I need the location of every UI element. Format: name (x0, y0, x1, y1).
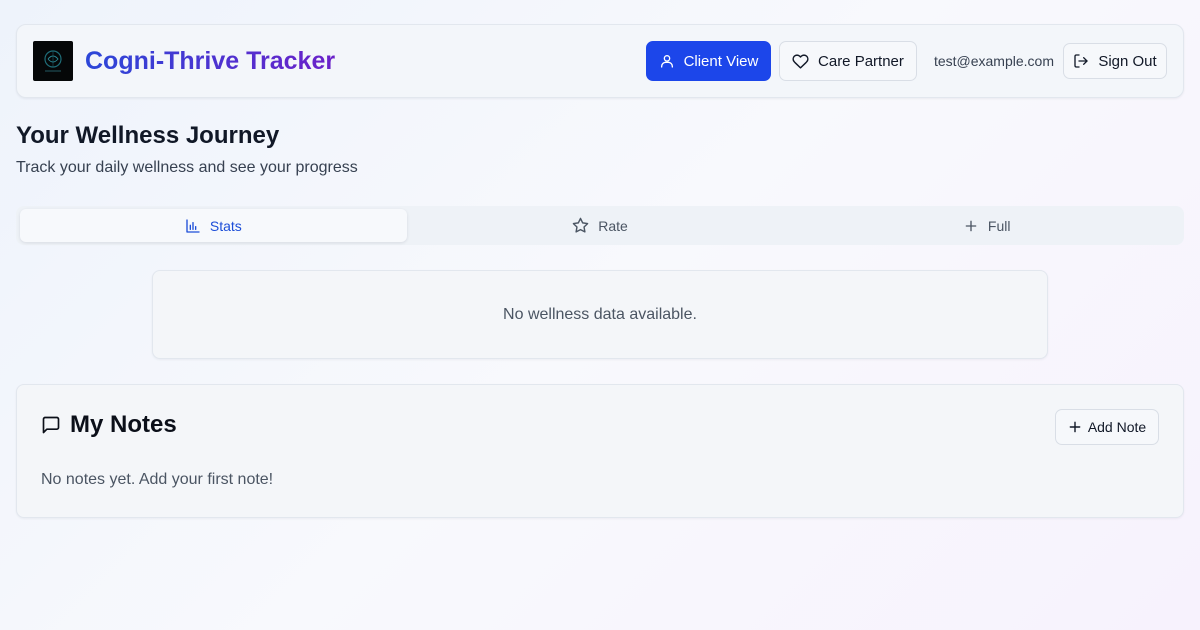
heart-icon (792, 53, 809, 69)
wellness-tabs: Stats Rate Full (16, 206, 1184, 245)
tab-rate-label: Rate (598, 217, 628, 234)
tab-stats[interactable]: Stats (20, 209, 407, 242)
care-partner-label: Care Partner (818, 52, 904, 70)
notes-title: My Notes (70, 411, 177, 438)
user-email: test@example.com (933, 53, 1054, 69)
plus-icon (965, 220, 977, 231)
notes-empty-message: No notes yet. Add your first note! (41, 471, 274, 488)
app-logo (33, 41, 73, 81)
notes-header: My Notes (41, 411, 177, 439)
care-partner-button[interactable]: Care Partner (778, 41, 917, 81)
stats-empty-card: No wellness data available. (152, 270, 1048, 359)
user-icon (660, 55, 673, 68)
plus-icon (1069, 421, 1081, 433)
bar-chart-icon (186, 218, 200, 233)
tab-full-label: Full (987, 217, 1011, 234)
stats-empty-message: No wellness data available. (503, 305, 697, 323)
sign-out-button[interactable]: Sign Out (1063, 43, 1167, 79)
page-title: Your Wellness Journey (16, 122, 280, 149)
add-note-label: Add Note (1087, 419, 1147, 435)
client-view-button[interactable]: Client View (645, 41, 771, 81)
client-view-label: Client View (683, 52, 759, 70)
tab-full[interactable]: Full (793, 209, 1180, 242)
page-subtitle: Track your daily wellness and see your p… (16, 159, 358, 176)
notes-card: My Notes Add Note No notes yet. Add your… (16, 384, 1184, 518)
star-icon (572, 217, 589, 233)
brain-logo-icon (44, 50, 62, 72)
tab-stats-label: Stats (209, 217, 242, 234)
app-title: Cogni-Thrive Tracker (85, 46, 336, 75)
tab-rate[interactable]: Rate (407, 209, 794, 242)
add-note-button[interactable]: Add Note (1055, 409, 1159, 445)
app-header: Cogni-Thrive Tracker Client View Care Pa… (16, 24, 1184, 98)
message-square-icon (42, 416, 60, 434)
log-out-icon (1074, 54, 1088, 68)
sign-out-label: Sign Out (1098, 52, 1157, 70)
